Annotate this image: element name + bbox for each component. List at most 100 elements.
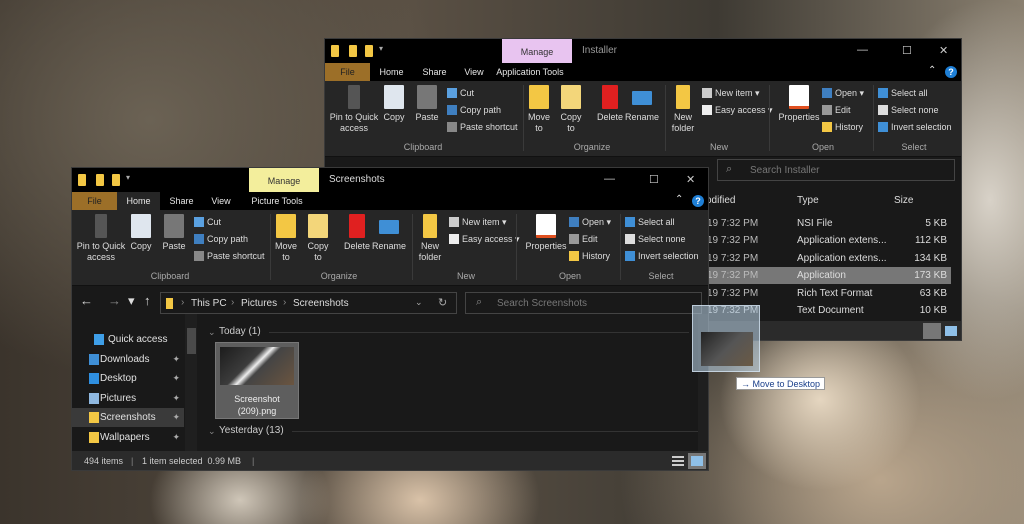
group-header-today[interactable]: Today (1) <box>219 326 686 337</box>
new-folder-icon[interactable] <box>112 174 120 186</box>
pin-icon[interactable]: ✦ <box>172 408 180 427</box>
large-icons-view-button[interactable] <box>945 326 957 336</box>
delete-button[interactable]: Delete <box>342 214 372 252</box>
tab-file[interactable]: File <box>72 192 117 210</box>
customize-quick-access-icon[interactable]: ▾ <box>126 173 130 182</box>
breadcrumb-pictures[interactable]: Pictures <box>241 298 277 309</box>
pin-icon[interactable]: ✦ <box>172 350 180 369</box>
maximize-button[interactable]: ☐ <box>902 44 912 57</box>
tab-manage[interactable]: Manage <box>502 39 572 63</box>
nav-item-desktop[interactable]: Desktop ✦ <box>72 369 184 388</box>
new-folder-icon[interactable] <box>365 45 373 57</box>
select-all-button[interactable]: Select all <box>878 87 928 99</box>
collapse-ribbon-icon[interactable]: ⌃ <box>928 65 936 76</box>
copy-path-button[interactable]: Copy path <box>447 104 501 116</box>
easy-access-button[interactable]: Easy access ▾ <box>702 104 773 116</box>
cut-button[interactable]: Cut <box>194 216 221 228</box>
tab-home[interactable]: Home <box>117 192 160 210</box>
delete-button[interactable]: Delete <box>595 85 625 123</box>
minimize-button[interactable]: — <box>604 173 615 185</box>
select-all-button[interactable]: Select all <box>625 216 675 228</box>
tab-view[interactable]: View <box>456 63 492 81</box>
tab-file[interactable]: File <box>325 63 370 81</box>
search-input[interactable]: ⌕ Search Installer <box>717 159 955 181</box>
invert-selection-button[interactable]: Invert selection <box>625 250 699 262</box>
help-icon[interactable]: ? <box>692 195 704 207</box>
copy-to-button[interactable]: Copy to <box>556 85 586 134</box>
properties-button[interactable]: Properties <box>777 85 821 123</box>
paste-shortcut-button[interactable]: Paste shortcut <box>447 121 518 133</box>
paste-button[interactable]: Paste <box>412 85 442 123</box>
tab-home[interactable]: Home <box>370 63 413 81</box>
open-button[interactable]: Open ▾ <box>569 216 611 228</box>
nav-item-downloads[interactable]: Downloads ✦ <box>72 350 184 369</box>
tab-view[interactable]: View <box>203 192 239 210</box>
collapse-group-icon[interactable]: ⌄ <box>208 327 216 338</box>
collapse-group-icon[interactable]: ⌄ <box>208 426 216 437</box>
invert-selection-button[interactable]: Invert selection <box>878 121 952 133</box>
copy-to-button[interactable]: Copy to <box>303 214 333 263</box>
folder-icon[interactable] <box>331 45 339 57</box>
column-size[interactable]: Size <box>894 190 913 212</box>
column-type[interactable]: Type <box>797 190 819 212</box>
file-row[interactable]: 19 7:32 PM Rich Text Format 63 KB <box>695 285 951 302</box>
nav-item-screenshots[interactable]: Screenshots ✦ <box>72 408 184 427</box>
folder-icon[interactable] <box>78 174 86 186</box>
large-icons-view-button[interactable] <box>688 453 706 469</box>
history-button[interactable]: History <box>822 121 863 133</box>
nav-item-wallpapers[interactable]: Wallpapers ✦ <box>72 428 184 447</box>
details-view-button[interactable] <box>672 456 684 466</box>
pin-icon[interactable]: ✦ <box>172 389 180 408</box>
paste-shortcut-button[interactable]: Paste shortcut <box>194 250 265 262</box>
copy-path-button[interactable]: Copy path <box>194 233 248 245</box>
cut-button[interactable]: Cut <box>447 87 474 99</box>
easy-access-button[interactable]: Easy access ▾ <box>449 233 520 245</box>
search-input[interactable]: ⌕ Search Screenshots <box>465 292 702 314</box>
new-folder-button[interactable]: New folder <box>415 214 445 263</box>
rename-button[interactable]: Rename <box>624 85 660 123</box>
copy-button[interactable]: Copy <box>126 214 156 252</box>
nav-item-pictures[interactable]: Pictures ✦ <box>72 389 184 408</box>
nav-item-quick-access[interactable]: Quick access <box>72 330 184 349</box>
nav-scrollbar-thumb[interactable] <box>187 328 196 354</box>
customize-quick-access-icon[interactable]: ▾ <box>379 44 383 53</box>
file-row[interactable]: 19 7:32 PM NSI File 5 KB <box>695 215 951 232</box>
rename-button[interactable]: Rename <box>371 214 407 252</box>
file-row[interactable]: 19 7:32 PM Application 173 KB <box>695 267 951 285</box>
forward-button[interactable]: → <box>108 293 121 308</box>
refresh-icon[interactable]: ↻ <box>438 296 447 309</box>
pin-icon[interactable]: ✦ <box>172 369 180 388</box>
file-row[interactable]: 19 7:32 PM Application extens... 134 KB <box>695 250 951 267</box>
pin-icon[interactable]: ✦ <box>172 428 180 447</box>
new-folder-button[interactable]: New folder <box>668 85 698 134</box>
tab-application-tools[interactable]: Application Tools <box>492 63 568 81</box>
pin-to-quick-access-button[interactable]: Pin to Quick access <box>74 214 128 263</box>
recent-locations-button[interactable]: ▾ <box>128 293 135 309</box>
pin-to-quick-access-button[interactable]: Pin to Quick access <box>327 85 381 134</box>
close-button[interactable]: ✕ <box>686 173 695 186</box>
move-to-button[interactable]: Move to <box>524 85 554 134</box>
maximize-button[interactable]: ☐ <box>649 173 659 186</box>
file-row[interactable]: 19 7:32 PM Application extens... 112 KB <box>695 232 951 249</box>
edit-button[interactable]: Edit <box>569 233 598 245</box>
open-button[interactable]: Open ▾ <box>822 87 864 99</box>
breadcrumb-this-pc[interactable]: This PC <box>191 298 227 309</box>
up-button[interactable]: ↑ <box>144 293 151 308</box>
history-button[interactable]: History <box>569 250 610 262</box>
tab-share[interactable]: Share <box>413 63 456 81</box>
address-bar[interactable]: › This PC › Pictures › Screenshots ⌄ ↻ <box>160 292 457 314</box>
collapse-ribbon-icon[interactable]: ⌃ <box>675 194 683 205</box>
breadcrumb-screenshots[interactable]: Screenshots <box>293 298 349 309</box>
tab-manage[interactable]: Manage <box>249 168 319 192</box>
paste-button[interactable]: Paste <box>159 214 189 252</box>
edit-button[interactable]: Edit <box>822 104 851 116</box>
tab-share[interactable]: Share <box>160 192 203 210</box>
close-button[interactable]: ✕ <box>939 44 948 57</box>
properties-button[interactable]: Properties <box>524 214 568 252</box>
minimize-button[interactable]: — <box>857 44 868 56</box>
file-tile[interactable]: Screenshot (209).png <box>215 342 299 419</box>
select-none-button[interactable]: Select none <box>878 104 939 116</box>
new-item-button[interactable]: New item ▾ <box>702 87 760 99</box>
details-view-button[interactable] <box>923 323 941 339</box>
group-header-yesterday[interactable]: Yesterday (13) <box>219 425 708 436</box>
